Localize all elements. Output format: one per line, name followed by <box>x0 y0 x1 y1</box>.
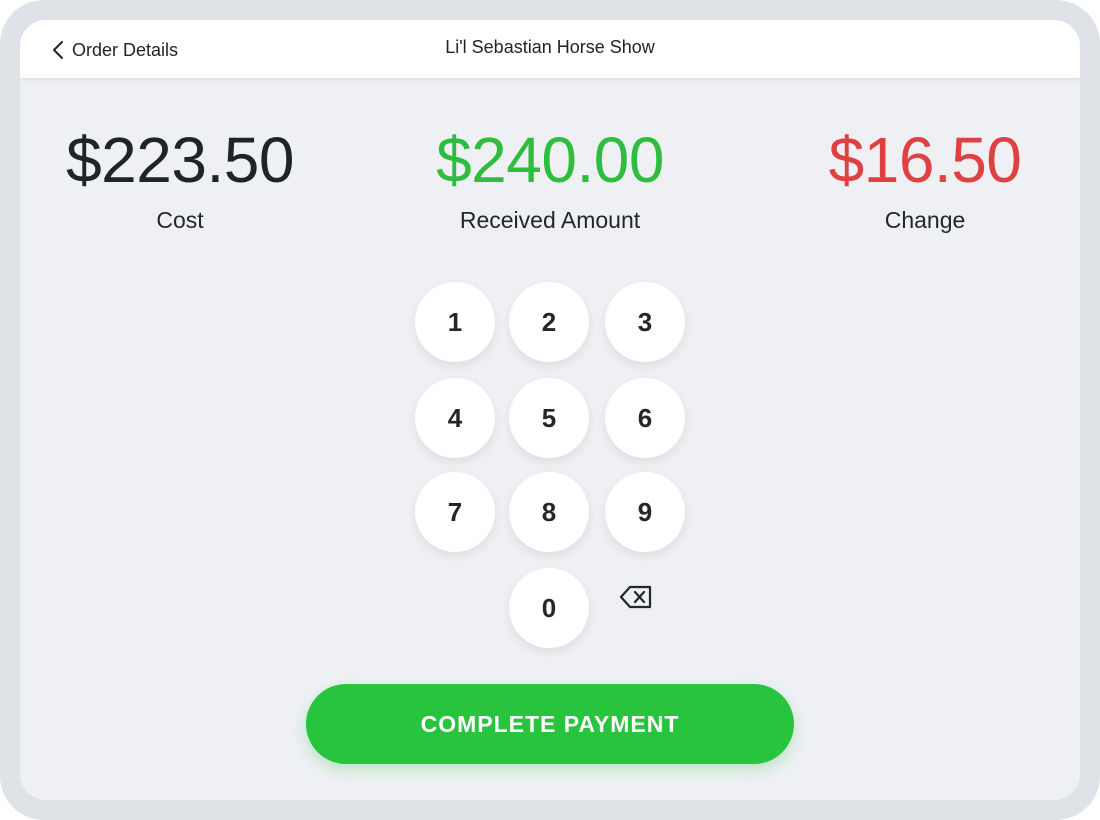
received-label: Received Amount <box>459 207 641 233</box>
keypad-key-9[interactable]: 9 <box>605 472 685 552</box>
cost-amount: $223.50 <box>66 124 294 196</box>
device-frame: Order Details Li'l Sebastian Horse Show … <box>0 0 1100 820</box>
keypad-key-1[interactable]: 1 <box>415 282 495 362</box>
keypad-key-4[interactable]: 4 <box>415 378 495 458</box>
page-title: Li'l Sebastian Horse Show <box>445 37 655 57</box>
change-amount: $16.50 <box>828 124 1022 196</box>
change-summary: $16.50 Change <box>795 125 1055 234</box>
received-amount: $240.00 <box>436 124 664 196</box>
keypad-key-7[interactable]: 7 <box>415 472 495 552</box>
keypad-key-0[interactable]: 0 <box>509 568 589 648</box>
keypad-key-6[interactable]: 6 <box>605 378 685 458</box>
top-bar: Order Details Li'l Sebastian Horse Show <box>20 20 1080 78</box>
cost-summary: $223.50 Cost <box>50 125 310 234</box>
change-label: Change <box>884 207 966 233</box>
backspace-icon <box>619 584 653 615</box>
keypad-key-3[interactable]: 3 <box>605 282 685 362</box>
keypad-key-8[interactable]: 8 <box>509 472 589 552</box>
keypad-key-5[interactable]: 5 <box>509 378 589 458</box>
complete-payment-button[interactable]: COMPLETE PAYMENT <box>306 684 794 764</box>
payment-screen: Order Details Li'l Sebastian Horse Show … <box>20 20 1080 800</box>
keypad-key-2[interactable]: 2 <box>509 282 589 362</box>
received-summary: $240.00 Received Amount <box>400 125 700 234</box>
backspace-button[interactable] <box>618 585 654 613</box>
cost-label: Cost <box>156 207 204 233</box>
